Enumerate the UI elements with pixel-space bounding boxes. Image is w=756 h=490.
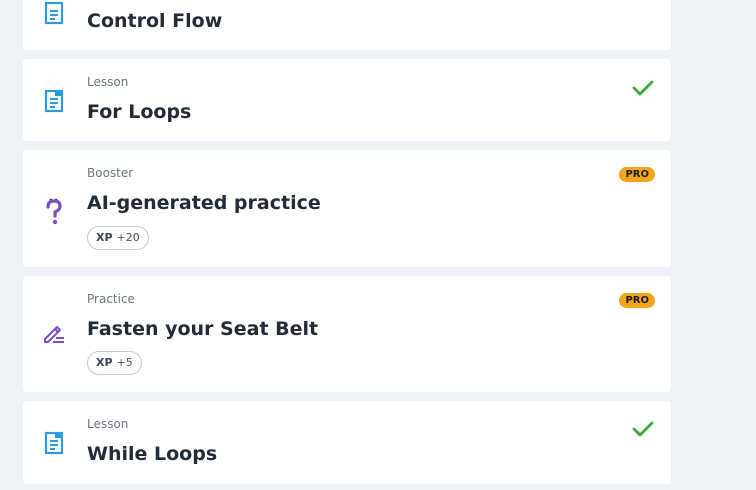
course-item-card[interactable]: Lesson While Loops (23, 401, 671, 484)
item-type-label: Practice (87, 292, 135, 306)
pro-badge: PRO (619, 167, 655, 182)
item-type-label: Lesson (87, 75, 129, 89)
item-title: Control Flow (87, 10, 223, 32)
check-icon (631, 419, 655, 439)
item-title: AI-generated practice (87, 192, 321, 214)
item-title: For Loops (87, 101, 192, 123)
lesson-icon (41, 430, 67, 456)
lesson-icon (41, 88, 67, 114)
course-item-card[interactable]: Control Flow (23, 0, 671, 50)
course-item-card[interactable]: Booster AI-generated practice XP +20 PRO (23, 150, 671, 267)
xp-badge: XP +20 (87, 226, 149, 250)
course-item-card[interactable]: Practice Fasten your Seat Belt XP +5 PRO (23, 276, 671, 392)
course-item-card[interactable]: Lesson For Loops (23, 59, 671, 141)
xp-badge: XP +5 (87, 351, 142, 375)
item-type-label: Booster (87, 166, 134, 180)
lesson-icon (41, 0, 67, 26)
pro-badge: PRO (619, 293, 655, 308)
item-title: While Loops (87, 443, 218, 465)
check-icon (631, 78, 655, 98)
question-mark-icon (41, 196, 67, 225)
item-type-label: Lesson (87, 417, 129, 431)
item-title: Fasten your Seat Belt (87, 318, 319, 340)
pencil-icon (41, 320, 67, 346)
